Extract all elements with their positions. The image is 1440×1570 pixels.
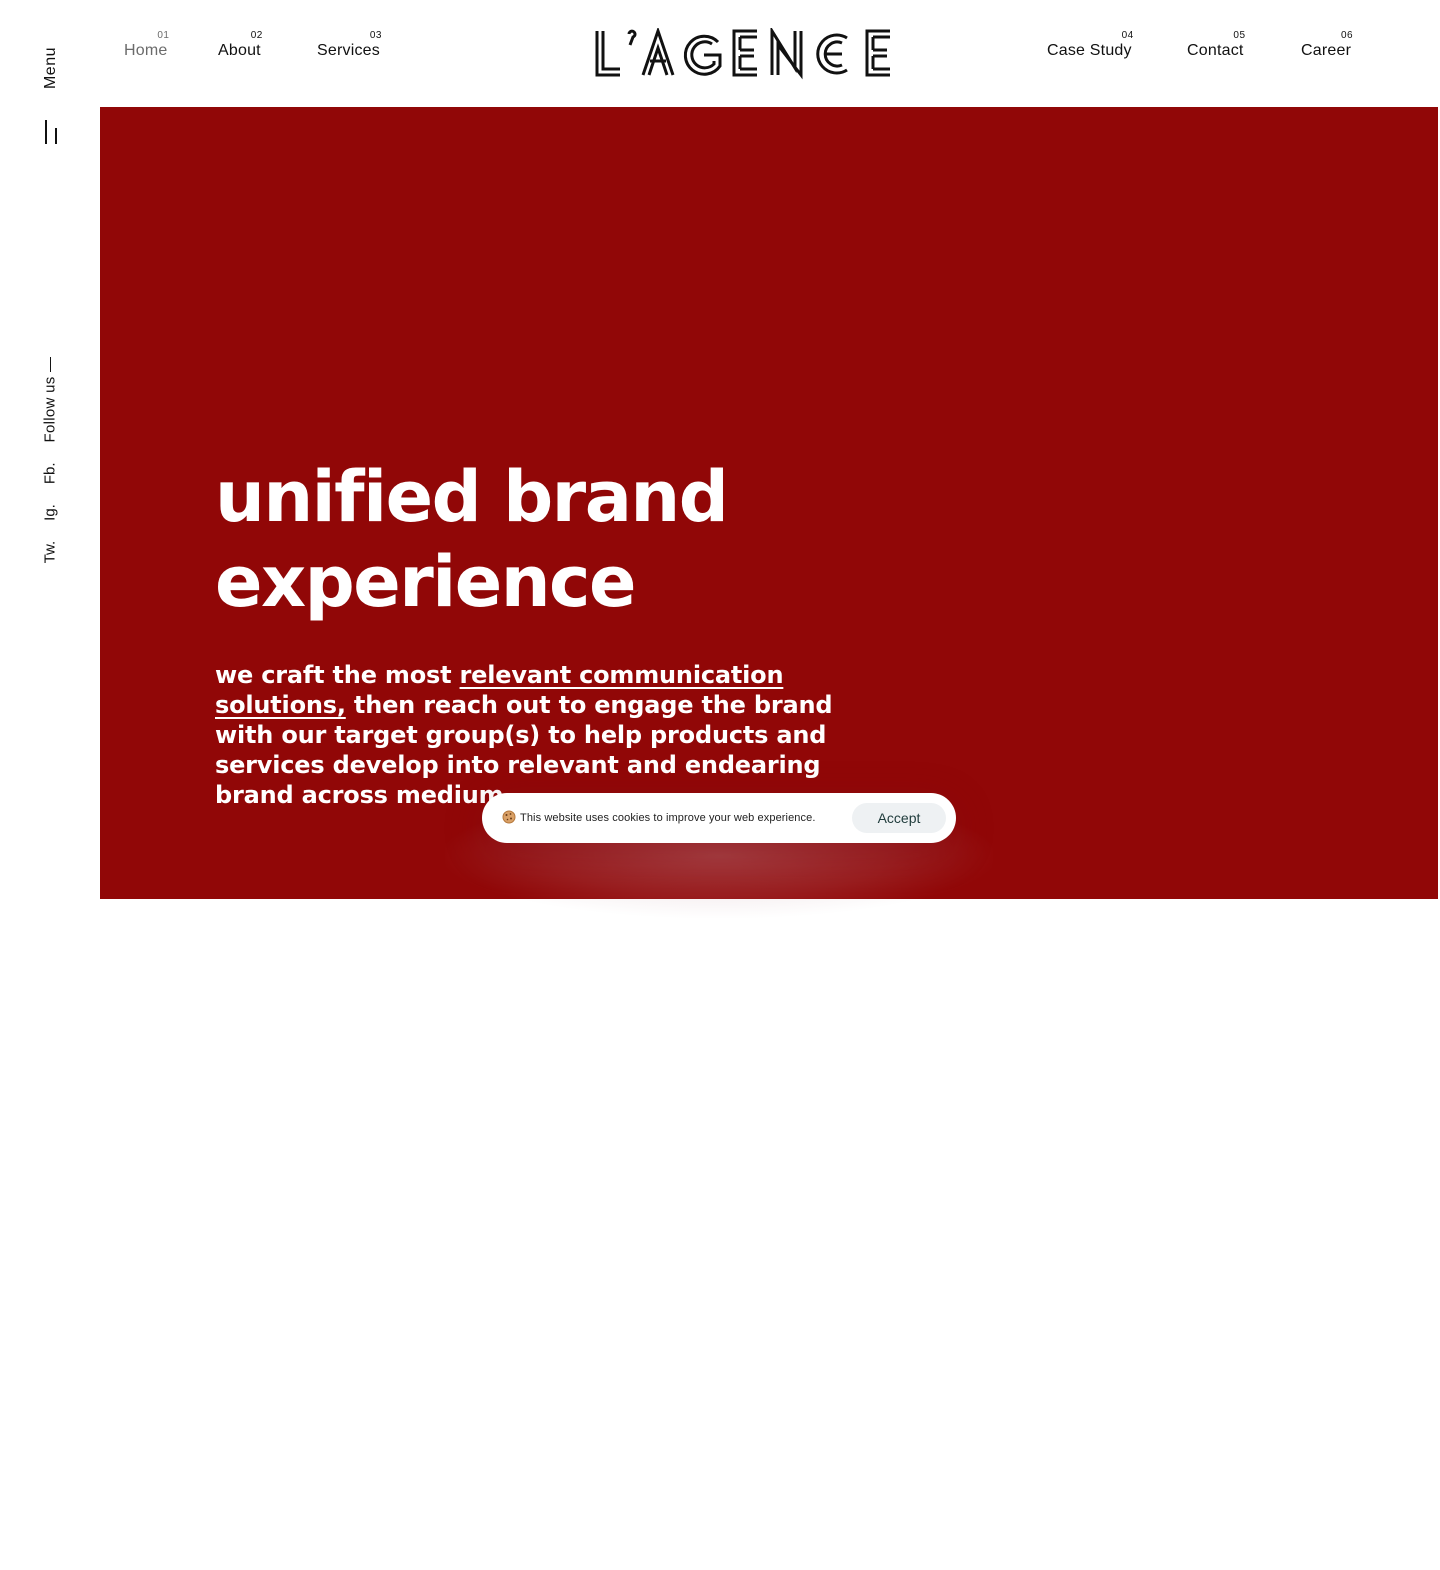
accept-cookies-button[interactable]: Accept xyxy=(852,803,946,833)
hero-description: we craft the most relevant communication… xyxy=(215,660,875,810)
hamburger-icon xyxy=(45,120,59,144)
page: Menu Follow us — Fb. Ig. Tw. 01 Home 02 … xyxy=(0,0,1440,1570)
nav-label: Career xyxy=(1301,42,1352,59)
nav-number: 02 xyxy=(250,30,263,41)
left-rail: Menu Follow us — Fb. Ig. Tw. xyxy=(0,0,100,900)
nav-label: Services xyxy=(317,42,380,59)
logo-wordmark xyxy=(595,25,890,80)
follow-us-label: Follow us — xyxy=(41,356,59,443)
nav-label: About xyxy=(218,42,261,59)
nav-label: Case Study xyxy=(1047,42,1132,59)
social-link-facebook[interactable]: Fb. xyxy=(42,462,59,484)
hero-title: unified brand experience xyxy=(215,456,729,623)
cookie-message: This website uses cookies to improve you… xyxy=(520,812,816,824)
hero-section: unified brand experience we craft the mo… xyxy=(100,107,1438,899)
nav-label: Contact xyxy=(1187,42,1244,59)
logo[interactable] xyxy=(594,25,894,80)
nav-number: 06 xyxy=(1340,30,1354,41)
nav-item-about[interactable]: 02 About xyxy=(218,30,263,60)
menu-toggle[interactable]: Menu xyxy=(36,40,66,150)
cookie-icon xyxy=(502,810,516,824)
nav-item-case-study[interactable]: 04 Case Study xyxy=(1047,30,1134,60)
nav-item-services[interactable]: 03 Services xyxy=(317,30,382,60)
cookie-banner: This website uses cookies to improve you… xyxy=(482,793,956,843)
nav-number: 01 xyxy=(157,30,170,41)
nav-label: Home xyxy=(124,42,168,59)
hero-description-prefix: we craft the most xyxy=(215,661,460,689)
nav-number: 04 xyxy=(1121,30,1134,41)
social-link-instagram[interactable]: Ig. xyxy=(42,504,59,521)
nav-number: 03 xyxy=(369,30,382,41)
social-links: Follow us — Fb. Ig. Tw. xyxy=(42,357,59,564)
menu-label: Menu xyxy=(42,46,59,90)
nav-item-career[interactable]: 06 Career xyxy=(1301,30,1354,60)
nav-number: 05 xyxy=(1233,30,1246,41)
nav-item-home[interactable]: 01 Home xyxy=(124,30,170,60)
nav-item-contact[interactable]: 05 Contact xyxy=(1187,30,1246,60)
social-link-twitter[interactable]: Tw. xyxy=(42,541,59,564)
